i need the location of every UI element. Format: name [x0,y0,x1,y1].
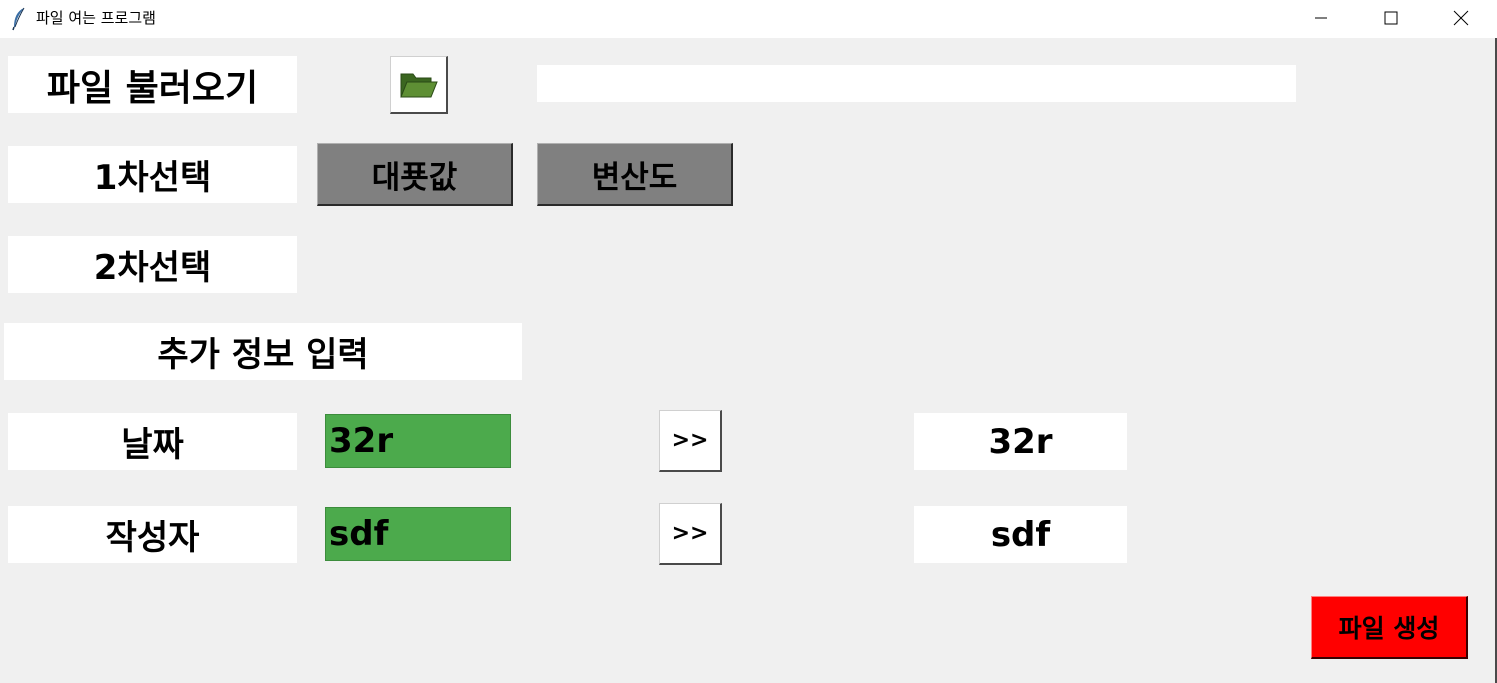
author-input[interactable] [325,507,511,561]
author-apply-button[interactable]: >> [659,503,722,565]
date-input[interactable] [325,414,511,468]
title-bar: 파일 여는 프로그램 [0,0,1497,38]
window-title: 파일 여는 프로그램 [36,9,156,27]
file-path-field[interactable] [537,65,1296,102]
author-result: sdf [914,506,1127,563]
minimize-icon [1315,17,1327,19]
date-result: 32r [914,413,1127,470]
variability-button[interactable]: 변산도 [537,143,733,206]
second-selection-label: 2차선택 [8,236,297,293]
close-button[interactable] [1426,0,1496,36]
minimize-button[interactable] [1286,0,1356,36]
date-label: 날짜 [8,413,297,470]
close-icon [1453,10,1469,26]
author-label: 작성자 [8,506,297,563]
date-apply-button[interactable]: >> [659,410,722,472]
feather-icon [12,7,25,31]
maximize-button[interactable] [1356,0,1426,36]
additional-info-label: 추가 정보 입력 [4,323,522,380]
generate-file-button[interactable]: 파일 생성 [1311,596,1468,659]
file-load-label: 파일 불러오기 [8,56,297,113]
open-file-button[interactable] [390,56,448,114]
maximize-icon [1384,11,1398,25]
first-selection-label: 1차선택 [8,146,297,203]
folder-open-icon [399,73,438,97]
representative-value-button[interactable]: 대푯값 [317,143,513,206]
